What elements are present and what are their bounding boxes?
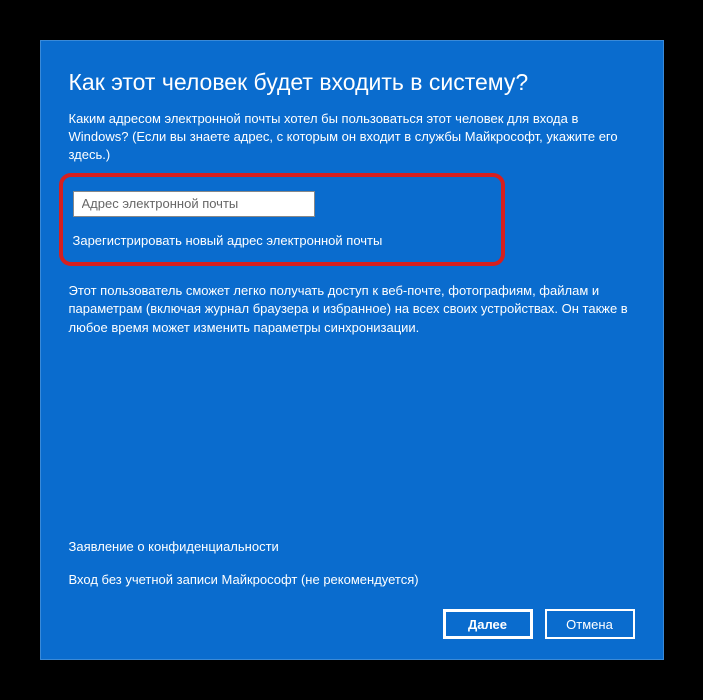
- email-input-row: [73, 191, 491, 217]
- email-input[interactable]: [73, 191, 315, 217]
- register-email-link[interactable]: Зарегистрировать новый адрес электронной…: [73, 217, 491, 248]
- cancel-button[interactable]: Отмена: [545, 609, 635, 639]
- signin-dialog: Как этот человек будет входить в систему…: [40, 40, 664, 660]
- dialog-description: Каким адресом электронной почты хотел бы…: [69, 110, 635, 165]
- spacer: [69, 338, 635, 539]
- next-button[interactable]: Далее: [443, 609, 533, 639]
- no-microsoft-account-link[interactable]: Вход без учетной записи Майкрософт (не р…: [69, 572, 635, 587]
- dialog-title: Как этот человек будет входить в систему…: [69, 69, 635, 96]
- highlight-annotation: Зарегистрировать новый адрес электронной…: [59, 173, 505, 266]
- sync-info-text: Этот пользователь сможет легко получать …: [69, 282, 635, 339]
- dialog-button-row: Далее Отмена: [69, 609, 635, 639]
- privacy-statement-link[interactable]: Заявление о конфиденциальности: [69, 539, 635, 554]
